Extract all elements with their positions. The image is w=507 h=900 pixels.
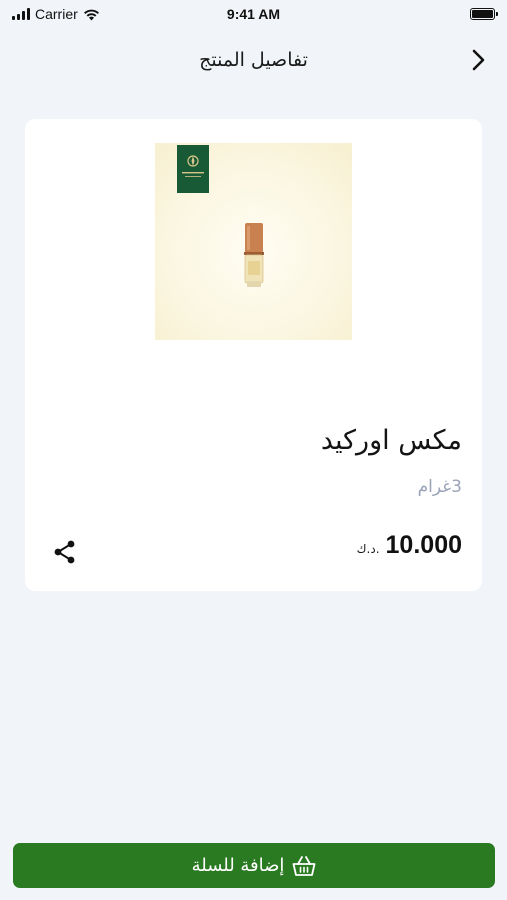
price-currency: د.ك. [356,542,380,556]
brand-logo [177,145,209,193]
price-value: 10.000 [385,531,462,559]
nav-header: تفاصيل المنتج [0,40,507,80]
product-image[interactable] [155,143,352,340]
product-card: مكس اوركيد 3غرام د.ك. 10.000 [25,119,482,591]
status-bar: Carrier 9:41 AM [0,0,507,28]
back-button[interactable] [467,48,491,72]
signal-icon [12,8,30,20]
wifi-icon [83,9,99,20]
page-title: تفاصيل المنتج [199,49,308,71]
chevron-right-icon [472,49,485,71]
perfume-bottle [241,223,267,289]
add-to-cart-button[interactable]: إضافة للسلة [13,843,495,888]
product-name: مكس اوركيد [320,425,462,456]
battery-icon [470,8,498,20]
product-weight: 3غرام [417,477,462,497]
price-row: د.ك. 10.000 [357,531,462,560]
share-icon [54,540,75,564]
share-button[interactable] [51,538,79,566]
add-to-cart-label: إضافة للسلة [191,855,285,876]
basket-icon [293,855,316,876]
carrier-label: Carrier [35,6,78,22]
status-left: Carrier [12,6,100,22]
